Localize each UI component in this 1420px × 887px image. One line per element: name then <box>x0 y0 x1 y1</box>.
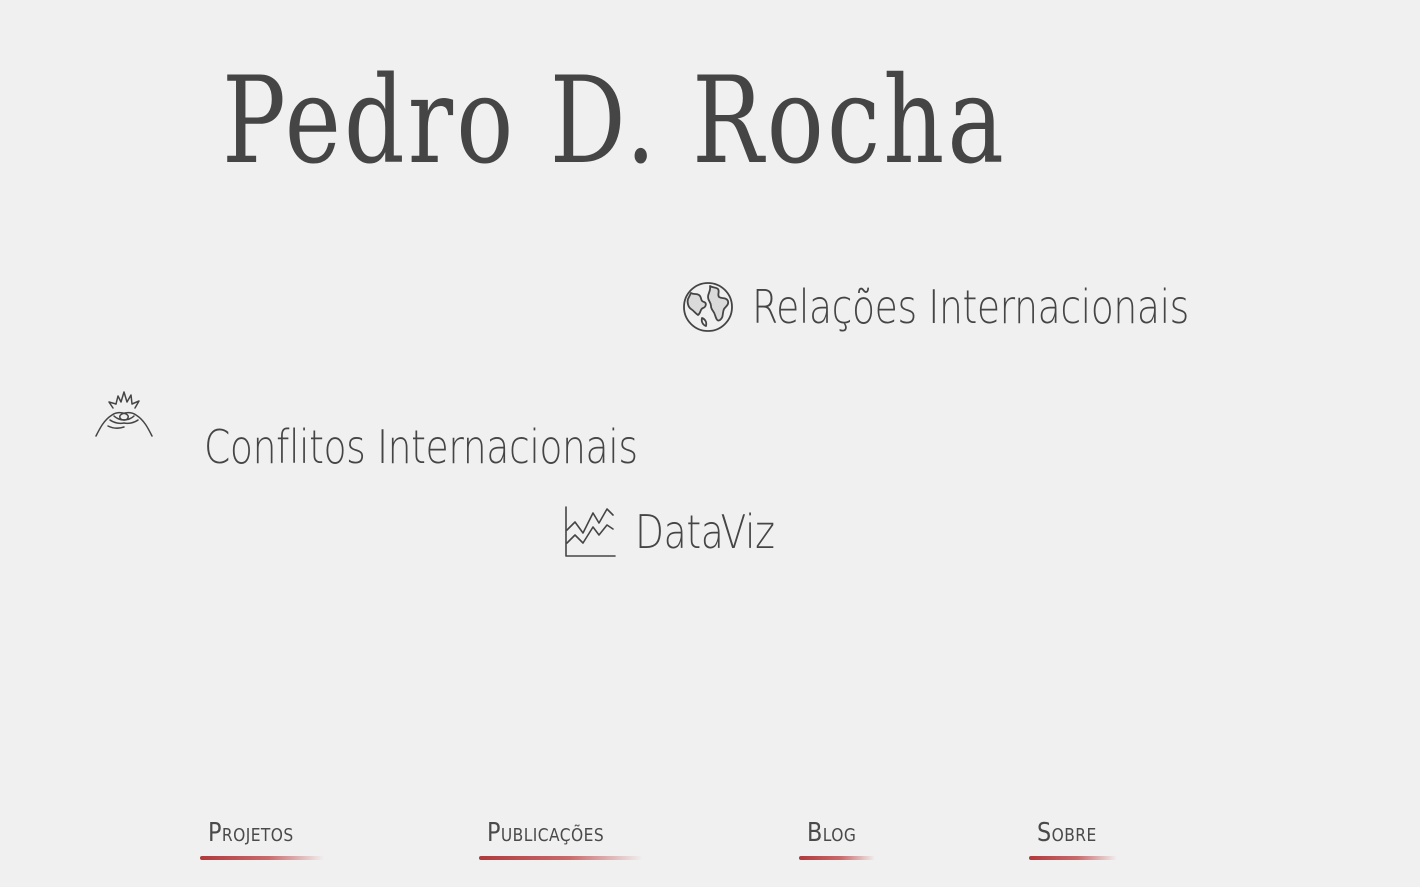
site-title: Pedro D. Rocha <box>222 52 1008 191</box>
nav-underline <box>479 856 643 860</box>
topic-label: DataViz <box>635 505 775 559</box>
nav-label: Sobre <box>1037 818 1097 848</box>
nav-label: Projetos <box>208 818 294 848</box>
nav-sobre[interactable]: Sobre <box>1029 818 1117 860</box>
nav-underline <box>200 856 324 860</box>
topic-conflitos-internacionais[interactable]: Conflitos Internacionais <box>94 362 733 474</box>
nav-underline <box>1029 856 1117 860</box>
nav-underline <box>799 856 875 860</box>
nav-publicacoes[interactable]: Publicações <box>479 818 643 860</box>
topic-label: Relações Internacionais <box>752 280 1189 334</box>
nav-blog[interactable]: Blog <box>799 818 875 860</box>
nav-label: Publicações <box>487 818 605 848</box>
nav-label: Blog <box>807 818 857 848</box>
bottom-nav: Projetos Publicações Blog Sobre <box>0 818 1420 868</box>
globe-icon <box>682 280 734 334</box>
topic-dataviz[interactable]: DataViz <box>563 505 805 559</box>
line-chart-icon <box>563 505 617 559</box>
conflict-hands-icon <box>94 390 154 440</box>
topic-relacoes-internacionais[interactable]: Relações Internacionais <box>682 280 1285 334</box>
nav-projetos[interactable]: Projetos <box>200 818 324 860</box>
topic-label: Conflitos Internacionais <box>204 420 638 474</box>
